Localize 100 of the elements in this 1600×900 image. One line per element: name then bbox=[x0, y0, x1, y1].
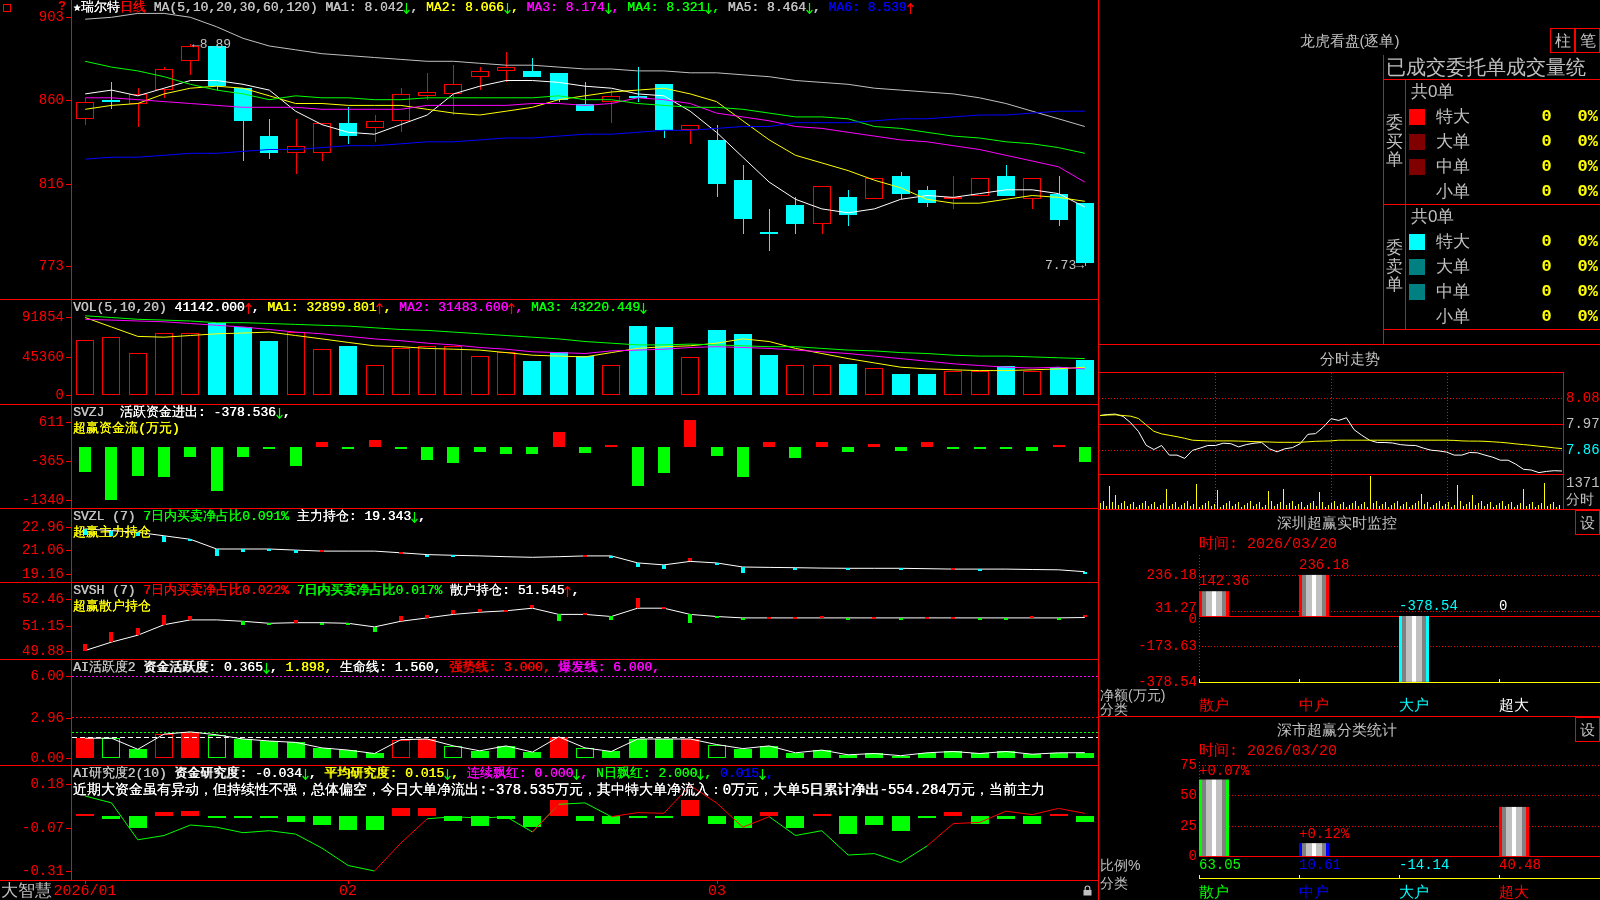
legend-text: , bbox=[571, 583, 580, 599]
panel-title: 龙虎看盘(逐单) bbox=[1299, 32, 1400, 50]
legend-text: 超赢散户持仓 bbox=[73, 599, 151, 615]
candlestick bbox=[813, 186, 831, 235]
legend-text: , bbox=[580, 766, 589, 782]
count-value: 0 bbox=[1541, 257, 1552, 277]
candlestick bbox=[155, 66, 173, 99]
axis-label: 7.86 bbox=[1566, 443, 1600, 457]
order-size-label: 小单 bbox=[1436, 306, 1470, 327]
legend-text: AI活跃度2 bbox=[73, 660, 136, 676]
candlestick bbox=[366, 114, 384, 143]
view-toggle-button[interactable]: 柱 bbox=[1550, 28, 1575, 53]
legend-text: MA3: 43220.449 bbox=[529, 300, 641, 316]
value-label: -378.54 bbox=[1399, 599, 1458, 613]
legend-text: MA(5,10,20,30,60,120) bbox=[152, 0, 318, 16]
legend-text: 资金研究度: -0.034 bbox=[173, 766, 302, 782]
square-icon[interactable] bbox=[3, 4, 11, 12]
settings-button[interactable]: 设 bbox=[1575, 717, 1600, 742]
count-value: 0 bbox=[1541, 107, 1552, 128]
axis-label: -1340 bbox=[22, 493, 64, 507]
axis-label: -378.54 bbox=[1138, 677, 1197, 687]
volume-caption: 分时 bbox=[1565, 491, 1594, 507]
candlestick bbox=[681, 125, 699, 145]
legend-text: 0.015 bbox=[718, 766, 759, 782]
legend-text: 爆发线: 6.000, bbox=[557, 660, 660, 676]
legend-text: MA1: 8.042 bbox=[324, 0, 404, 16]
legend-text: , bbox=[704, 766, 713, 782]
legend-text: , bbox=[611, 0, 620, 16]
group-label: 委买单 bbox=[1386, 113, 1403, 171]
legend-text: 散户持仓: 51.545 bbox=[449, 583, 565, 599]
axis-label: 903 bbox=[38, 10, 64, 24]
axis-label: 31.27 bbox=[1155, 603, 1197, 613]
legend-text: MA2: 8.066 bbox=[424, 0, 504, 16]
count-value: 0 bbox=[1541, 181, 1552, 202]
date-label: 02 bbox=[339, 884, 357, 900]
legend-text: N日飘红: 2.000 bbox=[594, 766, 698, 782]
axis-title: 分类 bbox=[1100, 876, 1128, 890]
legend-text: MA2: 31483.600 bbox=[398, 300, 509, 316]
order-size-label: 大单 bbox=[1436, 257, 1470, 277]
axis-label: 0 bbox=[1188, 851, 1197, 861]
volume-scale-label: 1371 bbox=[1565, 475, 1600, 491]
share-value: 0% bbox=[1577, 107, 1598, 128]
axis-label: 49.88 bbox=[22, 644, 64, 658]
share-value: 0% bbox=[1577, 257, 1598, 277]
candlestick bbox=[786, 196, 804, 235]
legend-text: , bbox=[451, 766, 459, 782]
order-size-label: 中单 bbox=[1436, 156, 1470, 177]
axis-label: 50 bbox=[1180, 790, 1197, 800]
legend-text: 生命线: 1.560, bbox=[339, 660, 442, 676]
axis-title: 分类 bbox=[1100, 702, 1128, 716]
candlestick bbox=[102, 81, 120, 110]
legend-text: 7日内买卖净占比0.091% bbox=[142, 509, 289, 525]
lock-icon[interactable] bbox=[1083, 885, 1092, 896]
axis-label: 2.96 bbox=[30, 711, 64, 725]
panel-title: 分时走势 bbox=[1319, 349, 1380, 368]
order-total: 共0单 bbox=[1411, 207, 1455, 228]
candlestick bbox=[392, 87, 410, 133]
order-size-label: 大单 bbox=[1436, 132, 1470, 152]
axis-label: 19.16 bbox=[22, 567, 64, 581]
axis-label: 773 bbox=[38, 259, 64, 273]
axis-label: 0.18 bbox=[30, 777, 64, 791]
price-annotation: 7.73→ bbox=[1045, 259, 1084, 273]
category-label: 散户 bbox=[1199, 884, 1229, 900]
candlestick bbox=[129, 87, 147, 128]
legend-text: , bbox=[515, 300, 524, 316]
group-label: 委卖单 bbox=[1386, 238, 1403, 296]
value-label: 40.48 bbox=[1499, 858, 1541, 872]
candlestick bbox=[734, 164, 752, 235]
candlestick bbox=[1050, 175, 1068, 227]
candlestick bbox=[287, 118, 305, 175]
legend-text: 日线 bbox=[119, 0, 146, 16]
legend-text: 7日内买卖净占比0.017% bbox=[295, 583, 443, 599]
settings-button[interactable]: 设 bbox=[1575, 510, 1600, 535]
axis-label: -365 bbox=[30, 454, 64, 468]
legend-text: MA3: 8.174 bbox=[525, 0, 605, 16]
legend-text: 1.898, bbox=[284, 660, 333, 676]
legend-text: , bbox=[308, 766, 317, 782]
view-toggle-button[interactable]: 笔 bbox=[1575, 28, 1600, 53]
date-label: 03 bbox=[708, 884, 726, 900]
date-label: 2026/01 bbox=[53, 884, 117, 900]
axis-label: 22.96 bbox=[22, 520, 64, 534]
share-value: 0% bbox=[1577, 156, 1598, 177]
legend-text: MA1: 32899.801 bbox=[266, 300, 377, 316]
category-label: 散户 bbox=[1199, 697, 1229, 713]
axis-label: 25 bbox=[1180, 821, 1197, 831]
panel-title: 深圳超赢实时监控 bbox=[1277, 513, 1397, 532]
order-size-label: 小单 bbox=[1436, 181, 1470, 202]
timestamp-label: 时间: 2026/03/20 bbox=[1199, 536, 1338, 554]
value-label: 63.05 bbox=[1199, 858, 1241, 872]
legend-text: VOL(5,10,20) bbox=[73, 300, 167, 316]
axis-label: 75 bbox=[1180, 760, 1197, 770]
help-mark[interactable]: ? bbox=[58, 0, 66, 11]
legend-text: , bbox=[383, 300, 392, 316]
order-size-label: 特大 bbox=[1436, 232, 1470, 253]
axis-label: 611 bbox=[38, 415, 64, 429]
candlestick bbox=[944, 175, 962, 210]
change-label: +0.07% bbox=[1199, 764, 1250, 778]
axis-label: 52.46 bbox=[22, 592, 64, 606]
count-value: 0 bbox=[1541, 306, 1552, 327]
candlestick bbox=[497, 51, 515, 83]
